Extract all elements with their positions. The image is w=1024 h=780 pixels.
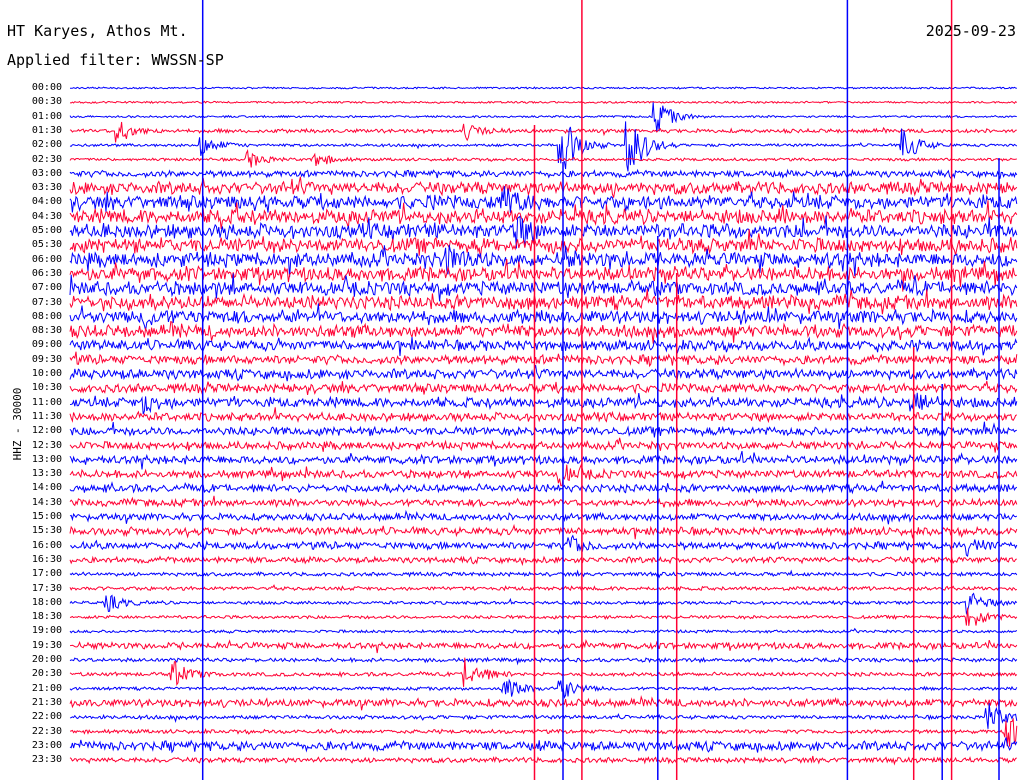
trace-row — [69, 102, 1017, 133]
trace-row — [69, 592, 1018, 615]
trace-row — [69, 407, 1018, 424]
time-label: 06:00 — [31, 253, 62, 265]
time-label: 15:00 — [31, 511, 62, 522]
time-label: 03:30 — [31, 182, 62, 194]
time-label: 05:30 — [31, 239, 62, 251]
time-label: 19:00 — [31, 625, 62, 637]
trace-row — [69, 509, 1018, 525]
trace-row — [69, 148, 1017, 168]
trace-row — [69, 421, 1017, 439]
trace-row — [69, 555, 1017, 567]
time-label: 00:30 — [31, 96, 62, 108]
time-label: 20:30 — [31, 668, 62, 680]
time-label: 21:30 — [31, 696, 62, 708]
trace-row — [69, 380, 1018, 395]
trace-row — [70, 534, 1018, 558]
trace-row — [69, 607, 1018, 626]
time-label: 02:00 — [31, 139, 62, 151]
trace-row — [69, 392, 1018, 415]
trace-row — [69, 639, 1018, 654]
trace-row — [69, 523, 1018, 540]
trace-row — [69, 168, 1018, 179]
time-label: 10:30 — [31, 382, 62, 394]
time-label: 14:30 — [31, 496, 62, 508]
time-axis: 00:00 00:30 01:00 01:30 02:00 02:30 03:00 03:30… — [0, 0, 66, 780]
time-label: 07:00 — [31, 282, 62, 294]
time-label: 16:30 — [31, 553, 62, 565]
trace-row — [69, 755, 1017, 766]
time-label: 23:30 — [31, 754, 62, 766]
seismogram-plot — [69, 0, 1018, 780]
time-label: 22:30 — [31, 725, 62, 737]
trace-row — [69, 289, 1018, 315]
trace-row — [69, 200, 1018, 229]
trace-row — [69, 694, 1018, 711]
time-label: 13:30 — [31, 468, 62, 480]
trace-row — [69, 737, 1018, 754]
time-label: 12:00 — [31, 425, 62, 437]
time-label: 01:30 — [31, 124, 62, 136]
time-label: 11:00 — [31, 396, 62, 408]
time-label: 08:30 — [31, 325, 62, 337]
time-label: 21:00 — [31, 682, 62, 694]
trace-row — [69, 215, 1018, 249]
time-label: 23:00 — [31, 739, 62, 751]
time-label: 00:00 — [31, 82, 62, 93]
trace-row — [69, 121, 1017, 143]
trace-row — [69, 176, 1018, 198]
time-label: 14:00 — [31, 482, 62, 494]
trace-row — [69, 703, 1018, 729]
trace-row — [69, 100, 1018, 105]
time-label: 17:30 — [31, 582, 62, 594]
trace-row — [69, 86, 1017, 90]
time-label: 10:00 — [31, 368, 62, 379]
trace-row — [69, 320, 1018, 344]
trace-row — [69, 627, 1018, 635]
time-label: 19:30 — [31, 639, 62, 651]
time-label: 07:30 — [31, 296, 62, 308]
time-label: 02:30 — [31, 153, 62, 165]
time-label: 01:00 — [31, 110, 62, 122]
time-label: 15:30 — [31, 525, 62, 537]
time-label: 06:30 — [31, 267, 62, 279]
time-label: 04:30 — [31, 210, 62, 222]
time-label: 18:00 — [31, 596, 62, 608]
trace-row — [69, 584, 1018, 592]
trace-row — [69, 437, 1018, 453]
time-label: 05:00 — [31, 225, 62, 236]
time-label: 18:30 — [31, 611, 62, 623]
trace-row — [69, 463, 1018, 487]
date-label: 2025-09-23 — [925, 22, 1016, 40]
time-label: 03:00 — [31, 167, 62, 179]
trace-row — [69, 569, 1018, 579]
trace-row — [69, 495, 1018, 509]
trace-row — [69, 364, 1018, 382]
trace-row — [69, 351, 1018, 368]
time-label: 11:30 — [31, 410, 62, 422]
trace-row — [69, 450, 1018, 470]
time-label: 04:00 — [31, 196, 62, 208]
time-label: 13:00 — [31, 453, 62, 465]
time-label: 17:00 — [31, 568, 62, 580]
trace-row — [69, 678, 1018, 699]
time-label: 16:00 — [31, 539, 62, 551]
time-label: 12:30 — [31, 439, 62, 451]
time-label: 08:00 — [31, 310, 62, 322]
trace-row — [69, 657, 1018, 687]
trace-row — [69, 656, 1018, 666]
time-label: 22:00 — [31, 711, 62, 723]
time-label: 09:30 — [31, 353, 62, 365]
trace-row — [69, 121, 1018, 172]
trace-group — [69, 86, 1018, 766]
trace-row — [69, 480, 1018, 495]
trace-row — [69, 303, 1018, 331]
time-label: 20:00 — [31, 654, 62, 665]
time-label: 09:00 — [31, 339, 62, 351]
